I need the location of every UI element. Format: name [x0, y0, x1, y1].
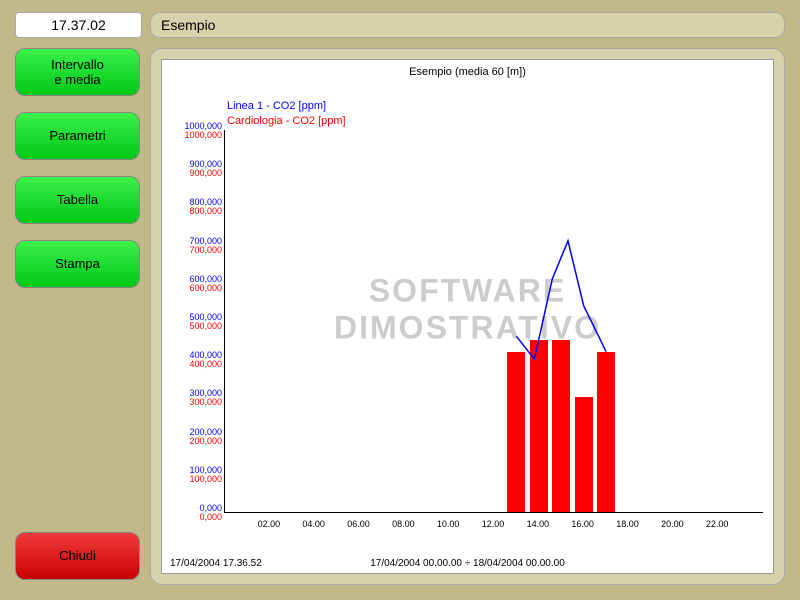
button-label-line2: e media — [54, 72, 100, 87]
x-tick: 22.00 — [706, 519, 729, 529]
button-label-line1: Intervallo — [51, 57, 104, 72]
x-tick: 12.00 — [482, 519, 505, 529]
y-tick: 0,0000,000 — [162, 504, 222, 522]
y-axis-ticks: 0,0000,000100,000100,000200,000200,00030… — [162, 130, 224, 513]
bar — [597, 352, 615, 512]
y-tick: 600,000600,000 — [162, 275, 222, 293]
clock-display: 17.37.02 — [15, 12, 142, 38]
x-tick: 16.00 — [571, 519, 594, 529]
y-tick: 800,000800,000 — [162, 198, 222, 216]
y-tick: 900,000900,000 — [162, 160, 222, 178]
x-tick: 04.00 — [302, 519, 325, 529]
chiudi-button[interactable]: Chiudi — [15, 532, 140, 580]
intervallo-e-media-button[interactable]: Intervallo e media — [15, 48, 140, 96]
parametri-button[interactable]: Parametri — [15, 112, 140, 160]
y-tick: 400,000400,000 — [162, 351, 222, 369]
chart-footer-range: 17/04/2004 00.00.00 ÷ 18/04/2004 00.00.0… — [162, 558, 773, 569]
bar — [507, 352, 525, 512]
x-tick: 02.00 — [258, 519, 281, 529]
stampa-button[interactable]: Stampa — [15, 240, 140, 288]
y-tick: 200,000200,000 — [162, 428, 222, 446]
bar — [552, 340, 570, 512]
window-title: Esempio — [150, 12, 785, 38]
x-tick: 08.00 — [392, 519, 415, 529]
y-tick: 300,000300,000 — [162, 389, 222, 407]
x-axis-ticks: 02.00 04.00 06.00 08.00 10.00 12.00 14.00 16.00… — [224, 519, 763, 533]
bar — [575, 397, 593, 512]
x-tick: 18.00 — [616, 519, 639, 529]
legend-series-1: Linea 1 - CO2 [ppm] — [227, 100, 326, 112]
y-tick: 1000,0001000,000 — [162, 122, 222, 140]
sidebar: Intervallo e media Parametri Tabella Sta… — [15, 48, 140, 304]
x-tick: 10.00 — [437, 519, 460, 529]
chart-title: Esempio (media 60 [m]) — [162, 66, 773, 78]
x-tick: 14.00 — [527, 519, 550, 529]
y-tick: 500,000500,000 — [162, 313, 222, 331]
chart-panel: Esempio (media 60 [m]) Linea 1 - CO2 [pp… — [150, 48, 785, 585]
tabella-button[interactable]: Tabella — [15, 176, 140, 224]
x-tick: 20.00 — [661, 519, 684, 529]
plot-region — [224, 130, 763, 513]
x-tick: 06.00 — [347, 519, 370, 529]
chart-area: Esempio (media 60 [m]) Linea 1 - CO2 [pp… — [161, 59, 774, 574]
legend-series-2: Cardiologia - CO2 [ppm] — [227, 115, 346, 127]
y-tick: 700,000700,000 — [162, 237, 222, 255]
y-tick: 100,000100,000 — [162, 466, 222, 484]
bar — [530, 340, 548, 512]
